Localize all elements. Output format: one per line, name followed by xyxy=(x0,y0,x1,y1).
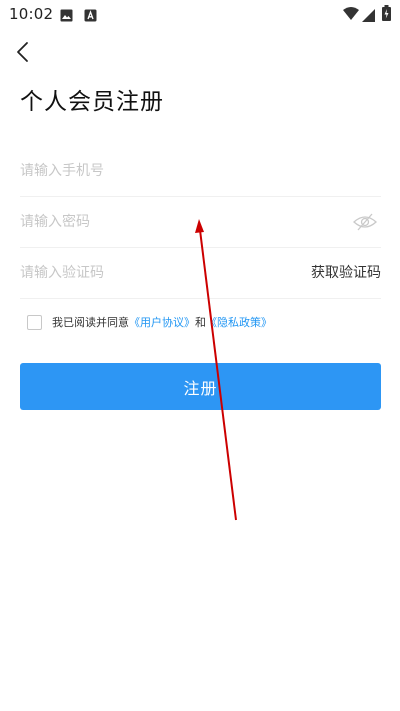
password-input[interactable] xyxy=(20,197,290,247)
get-code-button[interactable]: 获取验证码 xyxy=(311,248,381,298)
wifi-icon xyxy=(343,6,359,25)
agreement-prefix: 我已阅读并同意 xyxy=(52,316,129,329)
phone-input[interactable] xyxy=(20,146,290,196)
chevron-left-icon xyxy=(17,42,28,62)
privacy-policy-link[interactable]: 《隐私政策》 xyxy=(206,316,272,329)
password-visibility-toggle[interactable] xyxy=(353,211,377,233)
agreement-text: 我已阅读并同意《用户协议》和《隐私政策》 xyxy=(52,314,272,330)
status-time: 10:02 xyxy=(9,5,54,23)
code-input[interactable] xyxy=(20,248,270,298)
status-bar: 10:02 xyxy=(0,0,400,28)
register-screen: 10:02 个人会员注册 请输入手机号 请输入验证码 获取验证码 我已阅读并同意… xyxy=(0,0,400,711)
text-a-icon xyxy=(84,7,97,22)
password-row xyxy=(20,197,381,248)
phone-row xyxy=(20,146,381,197)
agreement-row: 我已阅读并同意《用户协议》和《隐私政策》 xyxy=(27,312,272,332)
agreement-and: 和 xyxy=(195,316,206,329)
back-button[interactable] xyxy=(10,38,40,68)
image-icon xyxy=(60,7,73,22)
eye-hidden-icon xyxy=(353,213,377,231)
register-button[interactable]: 注册 xyxy=(20,363,381,410)
page-title: 个人会员注册 xyxy=(20,89,164,115)
signal-icon xyxy=(362,7,375,26)
battery-icon xyxy=(382,5,391,25)
agreement-checkbox[interactable] xyxy=(27,314,42,330)
user-agreement-link[interactable]: 《用户协议》 xyxy=(129,316,195,329)
code-row: 获取验证码 xyxy=(20,248,381,299)
